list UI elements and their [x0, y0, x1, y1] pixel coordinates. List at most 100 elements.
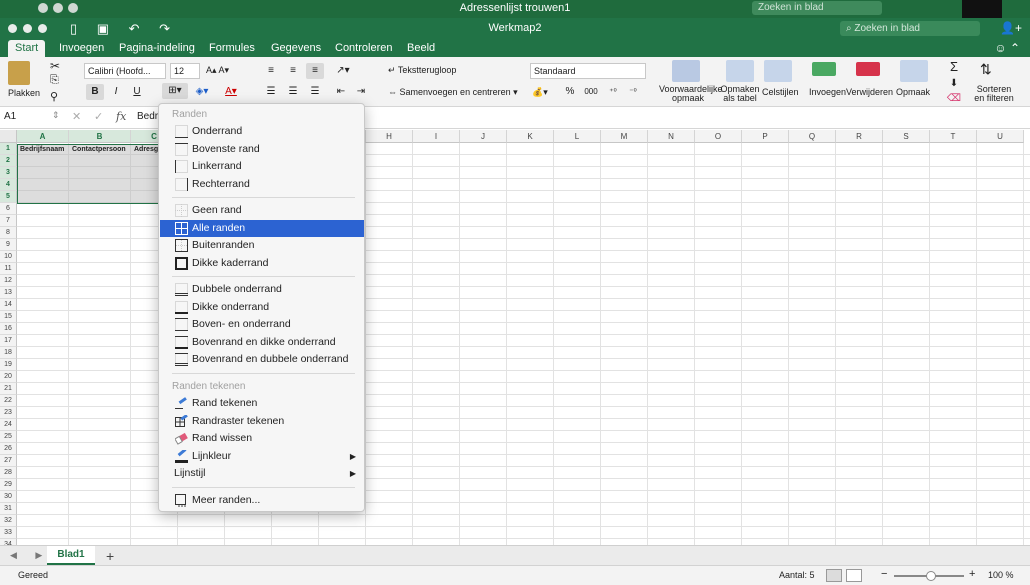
cell-b1[interactable]: Contactpersoon [70, 144, 132, 156]
column-header[interactable]: P [742, 130, 789, 143]
tab-beeld[interactable]: Beeld [400, 40, 442, 57]
align-top-icon[interactable]: ≡ [262, 63, 280, 79]
row-header[interactable]: 1 [0, 143, 17, 155]
column-header[interactable]: M [601, 130, 648, 143]
row-header[interactable]: 12 [0, 275, 17, 287]
row-header[interactable]: 13 [0, 287, 17, 299]
menu-item-geen-rand[interactable]: Geen rand [160, 202, 364, 219]
number-format-select[interactable]: Standaard [530, 63, 646, 79]
row-header[interactable]: 29 [0, 479, 17, 491]
formula-input[interactable]: Bedri [137, 111, 160, 122]
column-header[interactable]: A [17, 130, 69, 143]
menu-item-bovenste-rand[interactable]: Bovenste rand [160, 141, 364, 158]
function-icon[interactable]: fx [116, 110, 126, 123]
align-center-icon[interactable]: ☰ [284, 84, 302, 100]
menu-item-buitenranden[interactable]: Buitenranden [160, 237, 364, 254]
merge-center-button[interactable]: ⇔ Samenvoegen en centreren ▾ [388, 87, 518, 98]
row-header[interactable]: 16 [0, 323, 17, 335]
row-header[interactable]: 2 [0, 155, 17, 167]
add-sheet-icon[interactable]: + [106, 548, 114, 564]
row-header[interactable]: 15 [0, 311, 17, 323]
insert-icon[interactable] [812, 62, 836, 76]
row-header[interactable]: 8 [0, 227, 17, 239]
menu-item-randraster-tekenen[interactable]: Randraster tekenen [160, 413, 364, 430]
search-input[interactable]: ⌕ Zoeken in blad [840, 21, 980, 36]
column-header[interactable]: O [695, 130, 742, 143]
menu-item-dikke-kaderrand[interactable]: Dikke kaderrand [160, 255, 364, 272]
underline-button[interactable]: U [128, 84, 146, 100]
row-header[interactable]: 26 [0, 443, 17, 455]
row-header[interactable]: 10 [0, 251, 17, 263]
decrease-indent-icon[interactable]: ⇤ [332, 84, 350, 100]
font-color-icon[interactable]: A▾ [222, 84, 240, 100]
copy-icon[interactable]: ⎘ [50, 74, 59, 87]
row-header[interactable]: 19 [0, 359, 17, 371]
row-header[interactable]: 3 [0, 167, 17, 179]
name-box[interactable]: A1 [4, 111, 16, 122]
row-header[interactable]: 30 [0, 491, 17, 503]
worksheet-grid[interactable]: ABCDEFGHIJKLMNOPQRSTU 123456789101112131… [0, 130, 1030, 545]
column-header[interactable]: J [460, 130, 507, 143]
column-header[interactable]: L [554, 130, 601, 143]
row-header[interactable]: 33 [0, 527, 17, 539]
row-header[interactable]: 7 [0, 215, 17, 227]
conditional-format-icon[interactable] [672, 60, 700, 82]
menu-item-rand-tekenen[interactable]: Rand tekenen [160, 395, 364, 412]
row-header[interactable]: 17 [0, 335, 17, 347]
column-header[interactable]: R [836, 130, 883, 143]
increase-font-icon[interactable]: A▴ A▾ [206, 65, 229, 76]
fill-icon[interactable]: ⬇ [945, 76, 963, 92]
tab-formules[interactable]: Formules [202, 40, 262, 57]
column-header[interactable]: I [413, 130, 460, 143]
paste-icon[interactable] [8, 61, 30, 85]
column-header[interactable]: N [648, 130, 695, 143]
row-header[interactable]: 22 [0, 395, 17, 407]
align-left-icon[interactable]: ☰ [262, 84, 280, 100]
row-header[interactable]: 11 [0, 263, 17, 275]
align-middle-icon[interactable]: ≡ [284, 63, 302, 79]
tab-start[interactable]: Start [8, 40, 46, 57]
menu-item-lijnkleur[interactable]: Lijnkleur ▶ [160, 448, 364, 465]
cancel-icon[interactable]: ✕ [72, 110, 81, 123]
row-header[interactable]: 5 [0, 191, 17, 203]
zoom-slider-thumb[interactable] [926, 571, 936, 581]
cell-a1[interactable]: Bedrijfsnaam [18, 144, 70, 156]
sheet-nav-arrows[interactable]: ◀ ▶ [10, 550, 50, 561]
menu-item-boven-en-onderrand[interactable]: Boven- en onderrand [160, 316, 364, 333]
row-header[interactable]: 27 [0, 455, 17, 467]
font-name-select[interactable]: Calibri (Hoofd... [84, 63, 166, 79]
row-header[interactable]: 23 [0, 407, 17, 419]
normal-view-icon[interactable] [826, 569, 842, 582]
row-header[interactable]: 21 [0, 383, 17, 395]
row-header[interactable]: 14 [0, 299, 17, 311]
row-header[interactable]: 18 [0, 347, 17, 359]
increase-decimal-icon[interactable]: ⁺⁰ [604, 84, 622, 100]
row-header[interactable]: 31 [0, 503, 17, 515]
confirm-icon[interactable]: ✓ [94, 110, 103, 123]
decrease-decimal-icon[interactable]: ⁻⁰ [624, 84, 642, 100]
name-box-stepper[interactable]: ⇕ [52, 110, 60, 121]
column-header[interactable]: B [69, 130, 131, 143]
column-header[interactable]: U [977, 130, 1024, 143]
currency-icon[interactable]: 💰▾ [532, 87, 548, 98]
tab-gegevens[interactable]: Gegevens [264, 40, 328, 57]
zoom-in-icon[interactable]: + [969, 568, 975, 580]
tab-invoegen[interactable]: Invoegen [52, 40, 111, 57]
align-bottom-icon[interactable]: ≡ [306, 63, 324, 79]
row-header[interactable]: 4 [0, 179, 17, 191]
row-header[interactable]: 28 [0, 467, 17, 479]
font-size-select[interactable]: 12 [170, 63, 200, 79]
cut-icon[interactable]: ✂ [50, 59, 60, 73]
percent-button[interactable]: % [561, 84, 579, 100]
row-header[interactable]: 6 [0, 203, 17, 215]
view-buttons[interactable] [826, 569, 866, 584]
menu-item-dubbele-onderrand[interactable]: Dubbele onderrand [160, 281, 364, 298]
tab-controleren[interactable]: Controleren [328, 40, 399, 57]
thousands-button[interactable]: 000 [582, 84, 600, 100]
align-right-icon[interactable]: ☰ [306, 84, 324, 100]
menu-item-meer-randen[interactable]: Meer randen... [160, 492, 364, 509]
italic-button[interactable]: I [107, 84, 125, 100]
row-header[interactable]: 24 [0, 419, 17, 431]
menu-item-lijnstijl[interactable]: Lijnstijl ▶ [160, 465, 364, 482]
page-layout-view-icon[interactable] [846, 569, 862, 582]
